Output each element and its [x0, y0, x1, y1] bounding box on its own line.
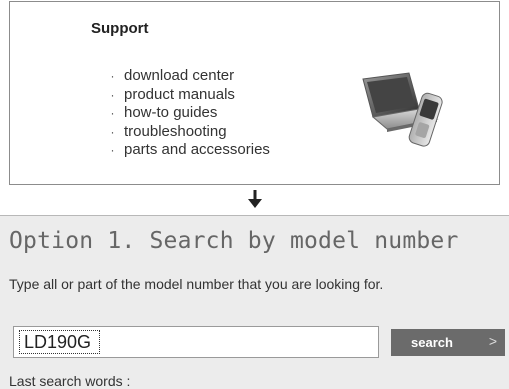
bullet-icon: · — [110, 143, 115, 158]
support-link-list: · download center · product manuals · ho… — [109, 67, 270, 160]
support-link-troubleshooting[interactable]: · troubleshooting — [109, 123, 270, 142]
chevron-right-icon: > — [488, 333, 497, 349]
search-button-label: search — [411, 335, 453, 350]
support-link-parts-and-accessories[interactable]: · parts and accessories — [109, 141, 270, 160]
support-link-how-to-guides[interactable]: · how-to guides — [109, 104, 270, 123]
bullet-icon: · — [110, 69, 115, 84]
bullet-icon: · — [110, 87, 115, 102]
last-search-label: Last search words : — [9, 373, 131, 389]
search-button[interactable]: search > — [391, 329, 505, 356]
model-number-input[interactable] — [13, 326, 379, 358]
support-link-label[interactable]: troubleshooting — [124, 123, 227, 141]
search-instruction: Type all or part of the model number tha… — [9, 276, 384, 292]
support-link-label[interactable]: product manuals — [124, 86, 235, 104]
laptop-and-phone-icon — [351, 71, 461, 157]
model-search-panel: Option 1. Search by model number Type al… — [0, 215, 509, 389]
support-link-label[interactable]: parts and accessories — [124, 141, 270, 159]
support-link-download-center[interactable]: · download center — [109, 67, 270, 86]
support-link-label[interactable]: download center — [124, 67, 234, 85]
bullet-icon: · — [110, 106, 115, 121]
option-title: Option 1. Search by model number — [9, 228, 459, 254]
bullet-icon: · — [110, 124, 115, 139]
support-link-label[interactable]: how-to guides — [124, 104, 217, 122]
support-panel: Support · download center · product manu… — [9, 1, 500, 185]
support-title: Support — [91, 20, 149, 37]
support-link-product-manuals[interactable]: · product manuals — [109, 86, 270, 105]
down-arrow-icon — [246, 190, 264, 210]
